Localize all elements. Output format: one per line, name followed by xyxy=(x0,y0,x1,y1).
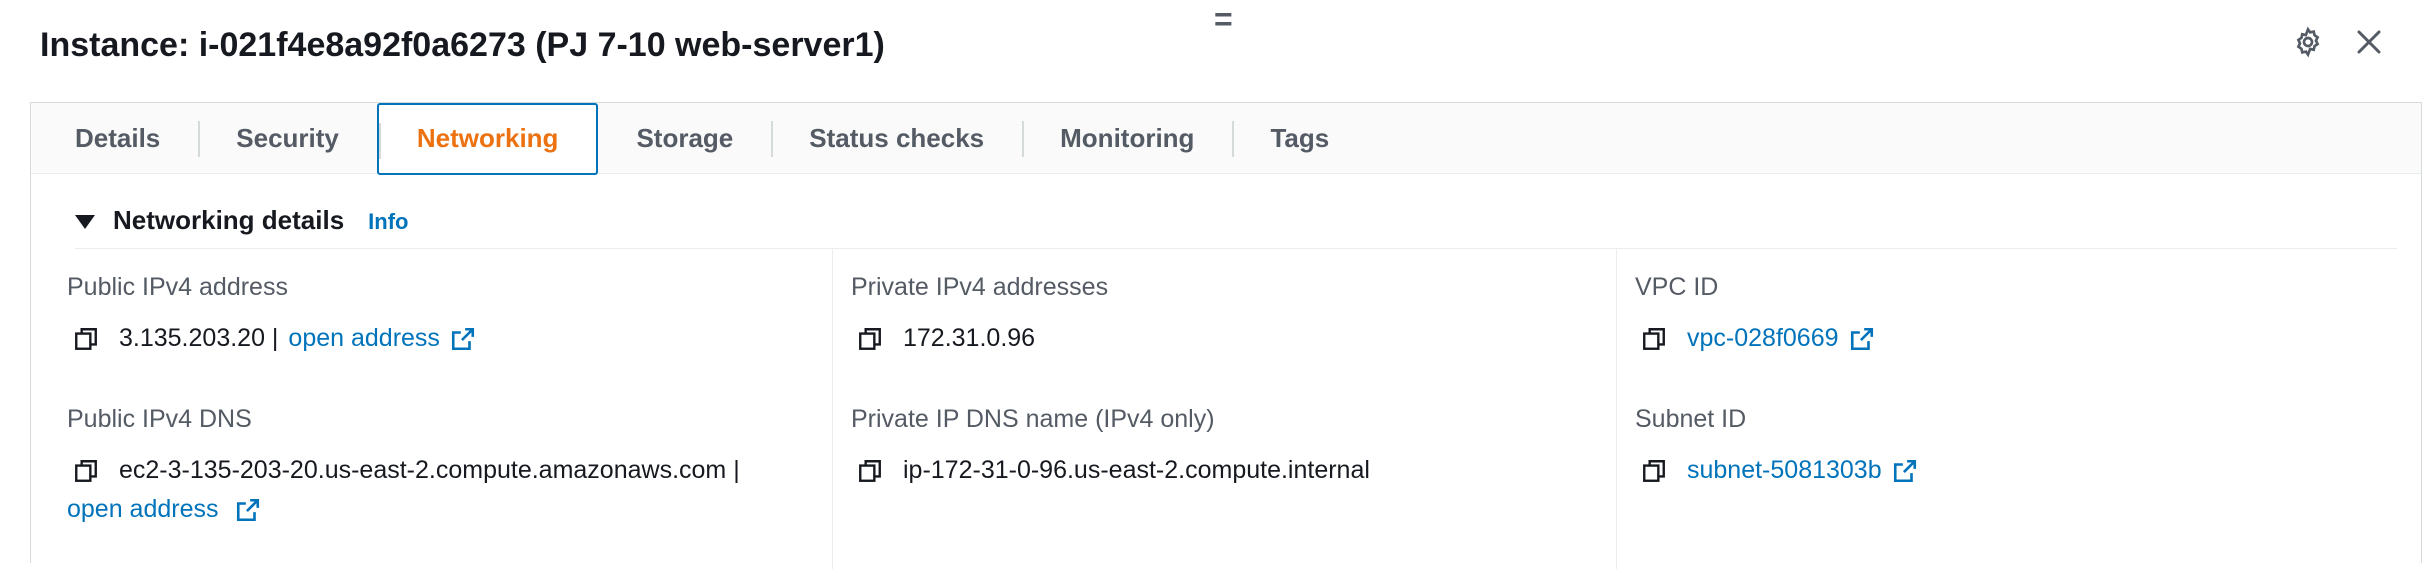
copy-icon[interactable] xyxy=(73,326,99,352)
section-divider xyxy=(75,248,2397,249)
public-dns-open-link[interactable]: open address xyxy=(67,495,219,523)
tab-storage[interactable]: Storage xyxy=(598,103,771,173)
vpc-id-field: VPC ID vpc-028f0669 xyxy=(1635,273,1875,353)
tab-security[interactable]: Security xyxy=(198,103,377,173)
public-ipv4-value: 3.135.203.20 | xyxy=(119,324,279,352)
header-actions xyxy=(2292,26,2384,58)
copy-icon[interactable] xyxy=(73,458,99,484)
info-link[interactable]: Info xyxy=(368,209,408,235)
copy-icon[interactable] xyxy=(857,326,883,352)
tab-bar: Details Security Networking Storage Stat… xyxy=(31,102,2421,175)
public-ipv4-label: Public IPv4 address xyxy=(67,273,288,301)
private-dns-label: Private IP DNS name (IPv4 only) xyxy=(851,405,1215,433)
column-divider xyxy=(1616,249,1617,569)
tab-tags[interactable]: Tags xyxy=(1232,103,1367,173)
external-link-icon[interactable] xyxy=(1892,458,1918,484)
panel-title: Instance: i-021f4e8a92f0a6273 (PJ 7-10 w… xyxy=(40,26,885,64)
public-dns-value: ec2-3-135-203-20.us-east-2.compute.amazo… xyxy=(119,456,740,484)
private-ipv4-value: 172.31.0.96 xyxy=(903,324,1036,352)
tab-details[interactable]: Details xyxy=(37,103,198,173)
networking-details-header[interactable]: Networking details Info xyxy=(75,205,408,236)
section-title: Networking details xyxy=(113,205,345,235)
copy-icon[interactable] xyxy=(1641,326,1667,352)
vpc-id-label: VPC ID xyxy=(1635,273,1719,301)
close-icon[interactable] xyxy=(2354,27,2384,57)
subnet-id-link[interactable]: subnet-5081303b xyxy=(1687,456,1882,485)
subnet-id-label: Subnet ID xyxy=(1635,405,1747,433)
subnet-id-field: Subnet ID subnet-5081303b xyxy=(1635,405,1918,485)
private-ipv4-label: Private IPv4 addresses xyxy=(851,273,1109,301)
private-ipv4-field: Private IPv4 addresses 172.31.0.96 xyxy=(851,273,1108,353)
tab-monitoring[interactable]: Monitoring xyxy=(1022,103,1232,173)
tab-networking[interactable]: Networking xyxy=(376,102,599,175)
public-ipv4-field: Public IPv4 address 3.135.203.20 | open … xyxy=(67,273,476,353)
private-dns-value: ip-172-31-0-96.us-east-2.compute.interna… xyxy=(903,456,1370,484)
settings-gear-icon[interactable] xyxy=(2292,26,2324,58)
column-divider xyxy=(832,249,833,569)
public-dns-field: Public IPv4 DNS ec2-3-135-203-20.us-east… xyxy=(67,405,740,524)
external-link-icon[interactable] xyxy=(1849,326,1875,352)
copy-icon[interactable] xyxy=(1641,458,1667,484)
copy-icon[interactable] xyxy=(857,458,883,484)
private-dns-field: Private IP DNS name (IPv4 only) ip-172-3… xyxy=(851,405,1370,485)
vpc-id-link[interactable]: vpc-028f0669 xyxy=(1687,324,1839,353)
caret-down-icon[interactable] xyxy=(75,214,95,229)
public-ipv4-open-link[interactable]: open address xyxy=(288,324,440,353)
external-link-icon[interactable] xyxy=(450,326,476,352)
instance-details-panel: Details Security Networking Storage Stat… xyxy=(30,102,2422,569)
public-dns-label: Public IPv4 DNS xyxy=(67,405,252,433)
external-link-icon[interactable] xyxy=(235,497,261,523)
tab-status-checks[interactable]: Status checks xyxy=(771,103,1022,173)
drag-handle[interactable]: = xyxy=(1214,3,1233,35)
